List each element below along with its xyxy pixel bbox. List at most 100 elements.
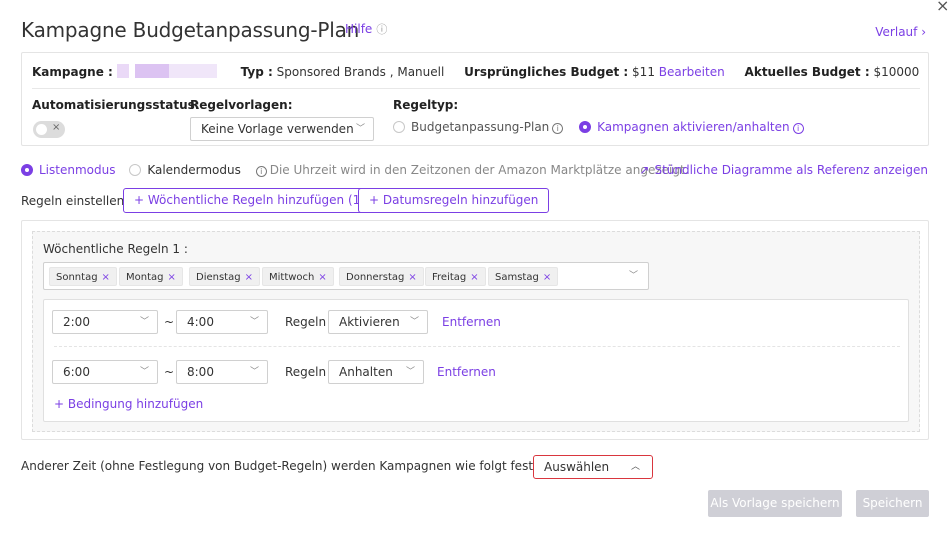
condition-2-to-select[interactable]: 8:00 ﹀: [176, 360, 268, 384]
day-tag-label: Dienstag: [196, 272, 241, 283]
close-icon[interactable]: ×: [936, 0, 949, 15]
automation-toggle[interactable]: ×: [33, 121, 65, 138]
rules-label: Regeln: [285, 315, 327, 329]
weekly-rule-panel: Wöchentliche Regeln 1 : Sonntag × Montag ×…: [32, 231, 920, 432]
range-separator: ~: [164, 315, 175, 329]
type-value: Sponsored Brands , Manuell: [276, 65, 445, 79]
day-tag-wednesday: Mittwoch ×: [262, 267, 334, 286]
select-value: Anhalten: [339, 365, 393, 379]
rule-type-radio-group: Budgetanpassung-Plan i Kampagnen aktivier…: [393, 120, 804, 134]
campaign-settings-card: Kampagne : Typ : Sponsored Brands , Manu…: [21, 52, 929, 146]
trend-icon: ↗: [639, 163, 650, 177]
rule-type-budget-label[interactable]: Budgetanpassung-Plan: [411, 120, 549, 134]
chevron-down-icon: ﹀: [139, 317, 149, 327]
day-tag-label: Mittwoch: [269, 272, 315, 283]
select-value: 8:00: [187, 365, 214, 379]
remove-tag-icon[interactable]: ×: [245, 272, 253, 283]
list-mode-option[interactable]: Listenmodus: [21, 163, 115, 177]
condition-1-from-select[interactable]: 2:00 ﹀: [52, 310, 158, 334]
rules-container: Wöchentliche Regeln 1 : Sonntag × Montag ×…: [21, 220, 929, 440]
condition-2-remove-link[interactable]: Entfernen: [437, 365, 496, 379]
radio-selected-icon[interactable]: [21, 164, 33, 176]
campaign-info-row: Kampagne : Typ : Sponsored Brands , Manu…: [32, 64, 919, 79]
chevron-down-icon: ﹀: [628, 271, 638, 281]
current-budget-value: $10000: [873, 65, 920, 79]
add-condition-link[interactable]: + Bedingung hinzufügen: [54, 397, 203, 411]
weekly-rule-title: Wöchentliche Regeln 1 :: [43, 242, 188, 256]
radio-icon[interactable]: [129, 164, 142, 176]
list-mode-label[interactable]: Listenmodus: [39, 163, 115, 177]
remove-tag-icon[interactable]: ×: [408, 272, 416, 283]
timezone-note: Die Uhrzeit wird in den Zeitzonen der Am…: [269, 163, 689, 177]
condition-2-action-select[interactable]: Anhalten ﹀: [328, 360, 424, 384]
weekday-multiselect[interactable]: Sonntag × Montag × Dienstag × Mittwoch × Don…: [43, 262, 649, 290]
day-tag-sunday: Sonntag ×: [49, 267, 117, 286]
info-icon: i: [255, 166, 267, 177]
calendar-mode-option[interactable]: Kalendermodus: [129, 163, 241, 177]
chevron-down-icon: ﹀: [249, 367, 259, 377]
condition-2-from-select[interactable]: 6:00 ﹀: [52, 360, 158, 384]
select-value: 6:00: [63, 365, 90, 379]
select-value: 4:00: [187, 315, 214, 329]
day-tag-label: Samstag: [495, 272, 539, 283]
select-value: 2:00: [63, 315, 90, 329]
rule-type-budget-option[interactable]: Budgetanpassung-Plan i: [393, 120, 564, 134]
day-tag-friday: Freitag ×: [425, 267, 486, 286]
template-select[interactable]: Keine Vorlage verwenden ﹀: [190, 117, 374, 141]
info-icon: i: [792, 123, 804, 134]
condition-1-action-select[interactable]: Aktivieren ﹀: [328, 310, 428, 334]
hourly-charts-link[interactable]: ↗ Stündliche Diagramme als Referenz anzei…: [639, 163, 928, 177]
rule-type-activate-label[interactable]: Kampagnen aktivieren/anhalten: [597, 120, 790, 134]
day-tag-label: Sonntag: [56, 272, 98, 283]
history-link[interactable]: Verlauf ›: [875, 25, 926, 39]
info-icon: ⓘ: [376, 23, 388, 36]
divider: [32, 88, 920, 89]
radio-selected-icon[interactable]: [579, 121, 592, 133]
current-budget-label: Aktuelles Budget :: [744, 65, 870, 79]
mode-row: Listenmodus Kalendermodus i Die Uhrzeit w…: [21, 163, 688, 177]
chevron-down-icon: ﹀: [405, 367, 415, 377]
remove-tag-icon[interactable]: ×: [102, 272, 110, 283]
day-tag-label: Montag: [126, 272, 164, 283]
template-select-value: Keine Vorlage verwenden: [201, 122, 354, 136]
conditions-box: 2:00 ﹀ ~ 4:00 ﹀ Regeln Aktivieren ﹀ Entfern…: [43, 299, 909, 422]
add-date-rules-button[interactable]: + Datumsregeln hinzufügen: [358, 188, 550, 213]
calendar-mode-label[interactable]: Kalendermodus: [147, 163, 241, 177]
campaign-label: Kampagne :: [32, 65, 113, 79]
page-title: Kampagne Budgetanpassung-Plan: [21, 18, 360, 42]
chevron-down-icon: ﹀: [409, 317, 419, 327]
help-link[interactable]: Hilfe ⓘ: [345, 21, 387, 37]
save-as-template-button[interactable]: Als Vorlage speichern: [708, 490, 842, 517]
condition-1-to-select[interactable]: 4:00 ﹀: [176, 310, 268, 334]
info-icon: i: [552, 123, 564, 134]
chevron-down-icon: ﹀: [355, 124, 365, 134]
divider: [54, 346, 900, 347]
help-label[interactable]: Hilfe: [345, 22, 372, 36]
radio-icon[interactable]: [393, 121, 405, 133]
day-tag-tuesday: Dienstag ×: [189, 267, 260, 286]
chevron-up-icon: ︿: [630, 462, 640, 472]
add-weekly-rules-button[interactable]: + Wöchentliche Regeln hinzufügen (1): [123, 188, 376, 213]
select-placeholder: Auswählen: [544, 460, 610, 474]
remove-tag-icon[interactable]: ×: [318, 272, 326, 283]
day-tag-saturday: Samstag ×: [488, 267, 559, 286]
hourly-charts-label[interactable]: Stündliche Diagramme als Referenz anzeig…: [654, 163, 928, 177]
remove-tag-icon[interactable]: ×: [543, 272, 551, 283]
day-tag-monday: Montag ×: [119, 267, 183, 286]
automation-status-label: Automatisierungsstatus:: [32, 98, 200, 112]
original-budget-label: Ursprüngliches Budget :: [464, 65, 629, 79]
campaign-name-redacted: [116, 64, 217, 78]
remove-tag-icon[interactable]: ×: [470, 272, 478, 283]
range-separator: ~: [164, 365, 175, 379]
day-tag-label: Freitag: [432, 272, 467, 283]
save-button[interactable]: Speichern: [856, 490, 929, 517]
condition-1-remove-link[interactable]: Entfernen: [442, 315, 501, 329]
toggle-off-icon: ×: [52, 122, 61, 133]
day-tag-thursday: Donnerstag ×: [339, 267, 424, 286]
edit-budget-link[interactable]: Bearbeiten: [659, 65, 725, 79]
rules-label: Regeln: [285, 365, 327, 379]
rule-type-activate-option[interactable]: Kampagnen aktivieren/anhalten i: [579, 120, 804, 134]
other-time-select[interactable]: Auswählen ︿: [533, 455, 653, 479]
select-value: Aktivieren: [339, 315, 400, 329]
remove-tag-icon[interactable]: ×: [167, 272, 175, 283]
